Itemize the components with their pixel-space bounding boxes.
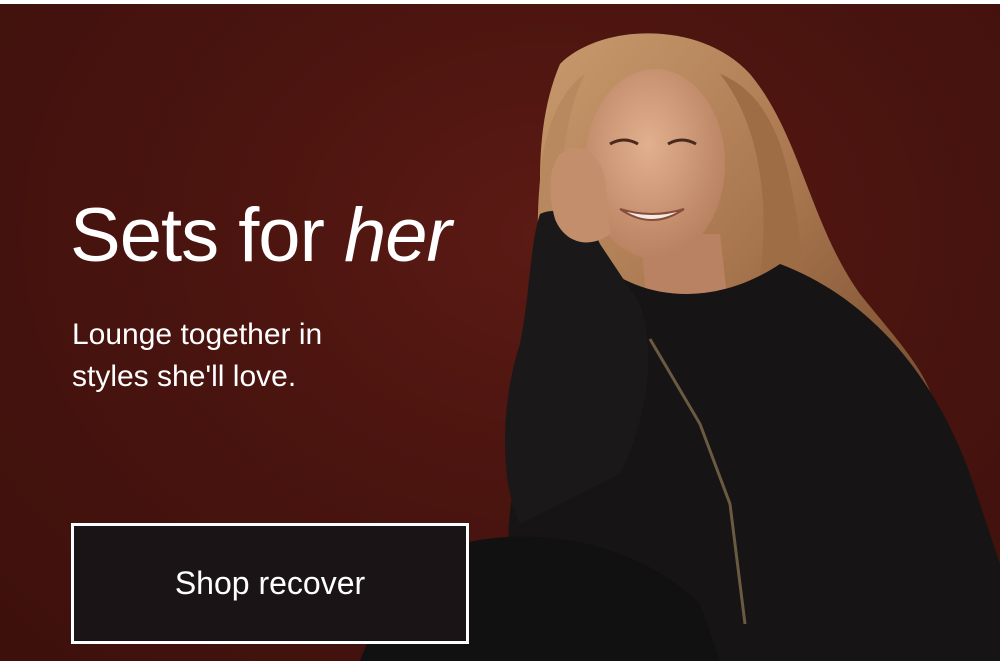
promo-banner: Sets for her Lounge together in styles s…: [0, 4, 1000, 661]
headline-main-text: Sets for: [70, 193, 344, 278]
shop-recover-button[interactable]: Shop recover: [71, 523, 469, 644]
banner-headline: Sets for her: [70, 192, 452, 280]
banner-subtext: Lounge together in styles she'll love.: [72, 318, 323, 393]
headline-accent-text: her: [344, 193, 452, 278]
